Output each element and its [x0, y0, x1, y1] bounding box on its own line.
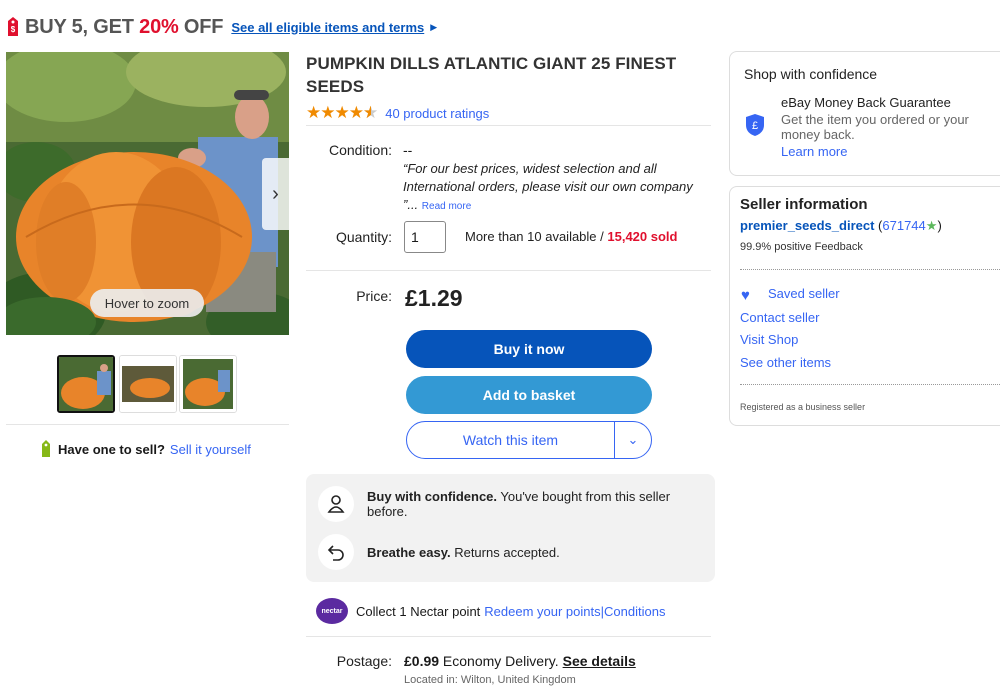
- guarantee-title: eBay Money Back Guarantee: [781, 95, 951, 110]
- chevron-down-icon[interactable]: ⌄: [615, 432, 651, 448]
- read-more-link[interactable]: Read more: [422, 201, 471, 212]
- tag-icon: [42, 440, 50, 457]
- condition-label: Condition:: [328, 142, 392, 158]
- buy-confidence-row: Buy with confidence. You've bought from …: [318, 486, 687, 522]
- see-other-items-link[interactable]: See other items: [740, 355, 831, 370]
- quantity-label: Quantity:: [335, 229, 392, 245]
- seller-feedback: 99.9% positive Feedback: [740, 241, 863, 253]
- play-arrow-icon: ▶: [430, 21, 438, 32]
- seller-name-row: premier_seeds_direct (671744★): [740, 218, 942, 233]
- star-badge-icon: ★: [925, 218, 938, 233]
- sell-prompt: Have one to sell? Sell it yourself: [40, 440, 251, 458]
- item-location: Located in: Wilton, United Kingdom: [404, 674, 576, 686]
- nectar-logo: nectar: [316, 598, 348, 624]
- seller-score-link[interactable]: 671744: [882, 218, 925, 233]
- registered-business-note: Registered as a business seller: [740, 402, 866, 412]
- promo-headline: BUY 5, GET 20% OFF: [25, 15, 224, 38]
- star-rating-icon: ★★★★★ ★: [306, 103, 378, 122]
- postage-value: £0.99 Economy Delivery. See details: [404, 653, 636, 669]
- svg-text:$: $: [11, 25, 16, 34]
- price-label: Price:: [356, 288, 392, 304]
- ratings-link[interactable]: 40 product ratings: [385, 106, 489, 121]
- price: £1.29: [405, 285, 463, 311]
- shield-pound-icon: £: [745, 113, 765, 142]
- divider: [740, 269, 1000, 270]
- guarantee-description: Get the item you ordered or your money b…: [781, 112, 969, 142]
- buy-it-now-button[interactable]: Buy it now: [406, 330, 652, 368]
- thumbnail-1[interactable]: [57, 355, 115, 413]
- postage-label: Postage:: [336, 653, 392, 669]
- promo-banner: $ BUY 5, GET 20% OFF See all eligible it…: [6, 12, 437, 42]
- returns-row: Breathe easy. Returns accepted.: [318, 534, 687, 570]
- buy-confidence-text: Buy with confidence. You've bought from …: [367, 489, 671, 519]
- shop-confidence-title: Shop with confidence: [744, 66, 878, 82]
- sell-question: Have one to sell?: [58, 441, 165, 457]
- watch-item-button[interactable]: Watch this item ⌄: [406, 421, 652, 459]
- thumbnail-2[interactable]: [119, 355, 177, 413]
- person-icon: [318, 486, 354, 522]
- conditions-link[interactable]: Conditions: [604, 604, 665, 619]
- learn-more-link[interactable]: Learn more: [781, 144, 847, 159]
- divider: [306, 270, 711, 271]
- svg-text:£: £: [752, 120, 758, 132]
- contact-seller-link[interactable]: Contact seller: [740, 310, 819, 325]
- watch-label: Watch this item: [462, 432, 559, 448]
- next-image-button[interactable]: ›: [262, 158, 289, 230]
- seller-name-link[interactable]: premier_seeds_direct: [740, 218, 874, 233]
- condition-value: --: [403, 142, 413, 158]
- rating: ★★★★★ ★ 40 product ratings: [306, 103, 489, 123]
- sell-it-yourself-link[interactable]: Sell it yourself: [170, 442, 251, 457]
- listing-title: PUMPKIN DILLS ATLANTIC GIANT 25 FINEST S…: [306, 54, 677, 96]
- divider: [6, 424, 289, 425]
- nectar-text: Collect 1 Nectar point: [356, 603, 481, 619]
- visit-shop-link[interactable]: Visit Shop: [740, 332, 798, 347]
- divider: [740, 384, 1000, 385]
- see-details-link[interactable]: See details: [563, 653, 636, 669]
- redeem-points-link[interactable]: Redeem your points: [484, 604, 600, 619]
- add-to-basket-button[interactable]: Add to basket: [406, 376, 652, 414]
- condition-description: “For our best prices, widest selection a…: [403, 161, 693, 212]
- divider: [306, 636, 711, 637]
- promo-terms-link[interactable]: See all eligible items and terms: [231, 20, 424, 35]
- thumbnail-3[interactable]: [179, 355, 237, 413]
- return-arrow-icon: [318, 534, 354, 570]
- heart-icon: ♥: [741, 287, 750, 304]
- availability: More than 10 available / 15,420 sold: [465, 229, 678, 244]
- nectar-row: nectar Collect 1 Nectar point Redeem you…: [316, 598, 665, 624]
- seller-title: Seller information: [740, 196, 868, 213]
- sold-count: 15,420 sold: [607, 229, 678, 244]
- returns-text: Breathe easy. Returns accepted.: [367, 544, 560, 560]
- price-tag-icon: $: [8, 17, 18, 36]
- quantity-input[interactable]: 1: [404, 221, 446, 253]
- chevron-right-icon: ›: [272, 182, 279, 205]
- saved-seller-link[interactable]: Saved seller: [768, 286, 840, 301]
- divider: [306, 125, 711, 126]
- zoom-hint: Hover to zoom: [90, 289, 204, 317]
